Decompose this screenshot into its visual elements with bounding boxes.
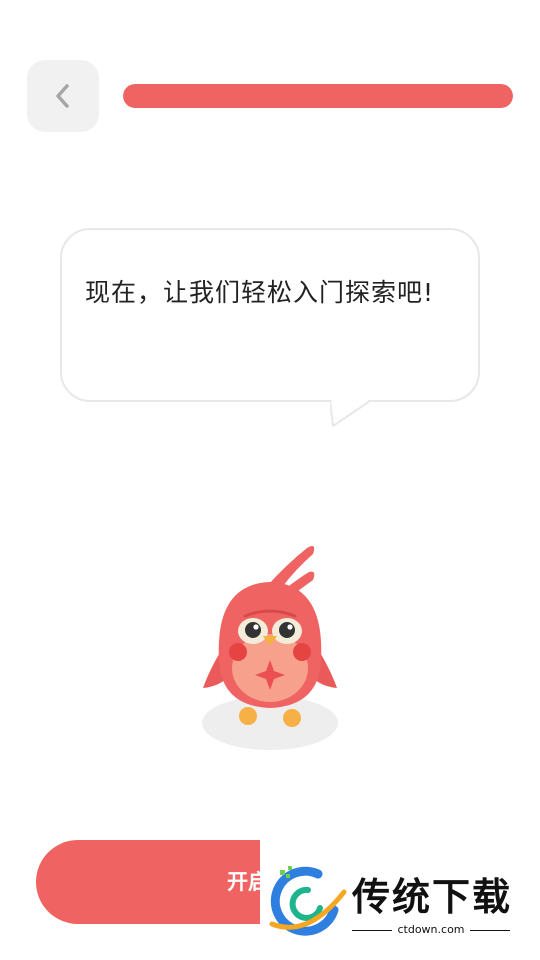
speech-bubble: 现在，让我们轻松入门探索吧! <box>60 228 480 402</box>
bird-mascot-icon <box>202 546 338 750</box>
back-button[interactable] <box>27 60 99 132</box>
watermark: 传统下载 ctdown.com <box>260 840 540 960</box>
chevron-left-icon <box>56 84 69 108</box>
speech-bubble-tail <box>330 400 371 427</box>
watermark-logo-icon <box>269 866 347 936</box>
watermark-title: 传统下载 <box>352 875 513 919</box>
progress-bar <box>123 84 513 108</box>
speech-bubble-text: 现在，让我们轻松入门探索吧! <box>85 278 435 307</box>
watermark-domain: ctdown.com <box>352 922 510 938</box>
progress-fill <box>123 84 513 108</box>
